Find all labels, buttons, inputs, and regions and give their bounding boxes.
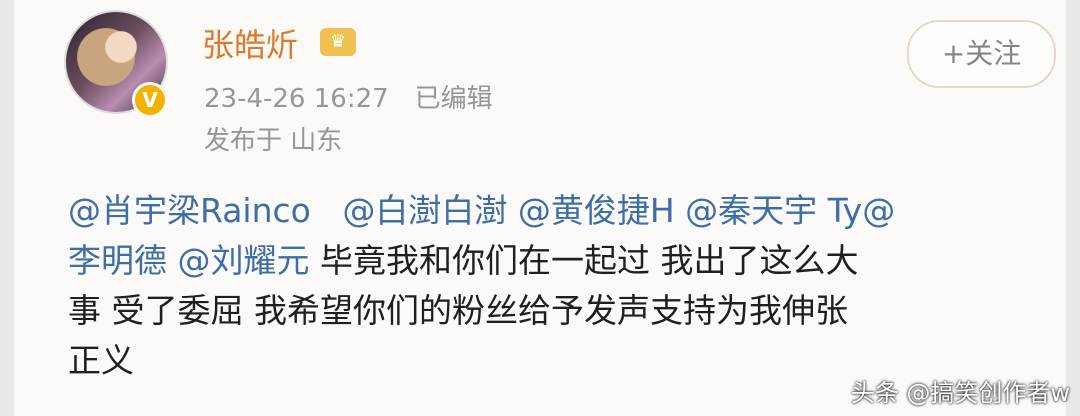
weibo-post-card: V 张皓炘 ♛ 23-4-26 16:27 已编辑 发布于 山东 +关注 @肖宇梁… <box>14 0 1066 416</box>
mention[interactable]: @黄俊捷H <box>518 191 675 230</box>
mention[interactable]: @肖宇梁Rainco <box>68 191 311 230</box>
mention[interactable]: @刘耀元 <box>178 241 310 280</box>
crown-icon: ♛ <box>320 28 356 56</box>
mention[interactable]: @白澍白澍 <box>342 191 507 230</box>
edited-label[interactable]: 已编辑 <box>415 84 493 114</box>
mention[interactable]: @秦天宇 Ty@ <box>685 191 895 230</box>
author-name[interactable]: 张皓炘 <box>202 20 298 66</box>
post-text: 毕竟我和你们在一起过 我出了这么大 <box>309 241 859 280</box>
watermark: 头条 @搞笑创作者w <box>850 379 1070 407</box>
post-meta: 23-4-26 16:27 已编辑 <box>204 78 493 115</box>
follow-button[interactable]: +关注 <box>907 20 1056 88</box>
location: 发布于 山东 <box>204 126 343 156</box>
post-line-2: 李明德 @刘耀元 毕竟我和你们在一起过 我出了这么大 <box>68 236 1058 286</box>
post-body: @肖宇梁Rainco @白澍白澍 @黄俊捷H @秦天宇 Ty@ 李明德 @刘耀元… <box>68 186 1058 386</box>
post-line-1: @肖宇梁Rainco @白澍白澍 @黄俊捷H @秦天宇 Ty@ <box>68 186 1058 236</box>
post-line-3: 事 受了委屈 我希望你们的粉丝给予发声支持为我伸张 <box>68 291 848 330</box>
timestamp: 23-4-26 16:27 <box>204 84 389 114</box>
mention[interactable]: 李明德 <box>68 241 167 280</box>
verified-badge-icon: V <box>132 82 168 118</box>
